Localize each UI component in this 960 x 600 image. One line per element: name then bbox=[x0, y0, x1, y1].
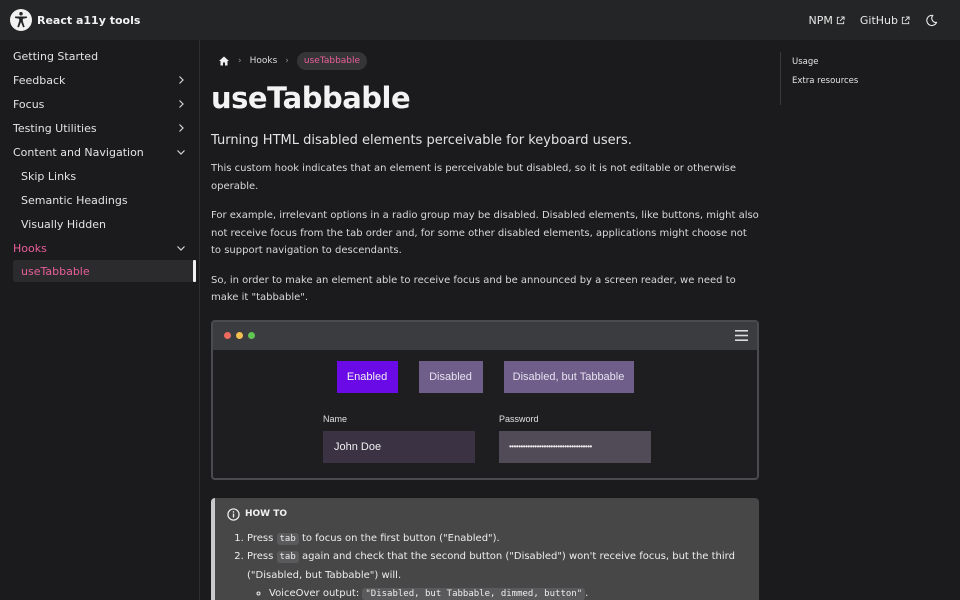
step-text: to focus on the first button ("Enabled")… bbox=[298, 532, 500, 544]
enabled-button[interactable]: Enabled bbox=[336, 360, 398, 393]
moon-icon[interactable] bbox=[925, 14, 938, 27]
intro-paragraph: This custom hook indicates that an eleme… bbox=[211, 163, 737, 192]
sidebar-item-testing-utilities[interactable]: Testing Utilities bbox=[0, 116, 199, 140]
disabled-tabbable-button[interactable]: Disabled, but Tabbable bbox=[503, 360, 634, 393]
brand-link[interactable]: React a11y tools bbox=[10, 9, 140, 31]
sidebar-item-content-and-navigation[interactable]: Content and Navigation bbox=[0, 140, 199, 164]
sidebar-item-feedback[interactable]: Feedback bbox=[0, 68, 199, 92]
chevron-down-icon[interactable] bbox=[175, 146, 187, 158]
top-navbar: React a11y tools NPM GitHub bbox=[0, 0, 960, 40]
home-icon[interactable] bbox=[218, 55, 230, 67]
howto-steps: Press tab to focus on the first button (… bbox=[227, 530, 747, 600]
accessibility-icon bbox=[10, 9, 32, 31]
howto-step: Press tab again and check that the secon… bbox=[247, 548, 747, 600]
password-label: Password bbox=[499, 413, 539, 424]
maximize-dot bbox=[248, 332, 255, 339]
password-field-group: Password •••••••••••••••••••••••••••••••… bbox=[499, 414, 651, 463]
tabbable-paragraph: So, in order to make an element able to … bbox=[211, 274, 736, 304]
external-link-icon bbox=[901, 15, 910, 24]
sidebar-item-visually-hidden[interactable]: Visually Hidden bbox=[0, 212, 199, 236]
sidebar-item-skip-links[interactable]: Skip Links bbox=[0, 164, 199, 188]
chevron-right-icon[interactable] bbox=[175, 122, 187, 134]
step-text: Press bbox=[247, 551, 277, 562]
toc-item-extra-resources[interactable]: Extra resources bbox=[792, 71, 930, 90]
sidebar-item-semantic-headings[interactable]: Semantic Headings bbox=[0, 188, 199, 212]
name-input[interactable]: John Doe bbox=[323, 430, 475, 463]
breadcrumb: › Hooks › useTabbable bbox=[211, 51, 759, 71]
demo-window: Enabled Disabled Disabled, but Tabbable … bbox=[211, 319, 759, 480]
sidebar-item-label: Focus bbox=[13, 97, 45, 111]
lead-paragraph: Turning HTML disabled elements perceivab… bbox=[211, 133, 632, 148]
breadcrumb-current: useTabbable bbox=[296, 52, 368, 70]
sidebar-item-usetabbable[interactable]: useTabbable bbox=[13, 260, 196, 282]
tab-key-code: tab bbox=[276, 551, 299, 563]
tab-key-code: tab bbox=[276, 532, 299, 545]
npm-link-label: NPM bbox=[808, 13, 833, 27]
info-icon bbox=[227, 507, 240, 521]
github-link[interactable]: GitHub bbox=[860, 14, 910, 27]
sidebar-item-label: Feedback bbox=[13, 73, 66, 87]
chevron-right-icon[interactable] bbox=[175, 98, 187, 110]
close-dot bbox=[224, 332, 231, 339]
disabled-button: Disabled bbox=[418, 360, 483, 393]
sidebar-item-label: Hooks bbox=[13, 241, 47, 255]
chevron-right-icon[interactable] bbox=[175, 74, 187, 86]
voiceover-code: "Disabled, but Tabbable, dimmed, button" bbox=[362, 588, 586, 600]
name-label: Name bbox=[323, 413, 348, 424]
breadcrumb-hooks[interactable]: Hooks bbox=[250, 56, 278, 66]
voiceover-output: VoiceOver output: "Disabled, but Tabbabl… bbox=[269, 585, 747, 600]
sidebar-item-label: Content and Navigation bbox=[13, 145, 144, 159]
example-paragraph: For example, irrelevant options in a rad… bbox=[211, 210, 759, 256]
demo-window-titlebar bbox=[213, 321, 757, 350]
sidebar-item-hooks[interactable]: Hooks bbox=[0, 236, 199, 260]
chevron-right-icon: › bbox=[238, 56, 242, 66]
password-input[interactable]: •••••••••••••••••••••••••••••••••••• bbox=[499, 430, 651, 463]
step-text: . bbox=[585, 588, 589, 599]
sidebar-item-label: Visually Hidden bbox=[21, 217, 106, 231]
step-text: Press bbox=[247, 532, 277, 544]
sidebar-item-getting-started[interactable]: Getting Started bbox=[0, 44, 199, 68]
brand-title: React a11y tools bbox=[37, 13, 141, 27]
hamburger-menu-icon[interactable] bbox=[735, 330, 748, 341]
npm-link[interactable]: NPM bbox=[809, 14, 845, 27]
sidebar-item-label: Semantic Headings bbox=[21, 193, 128, 207]
step-text: VoiceOver output: bbox=[269, 588, 363, 599]
sidebar-item-focus[interactable]: Focus bbox=[0, 92, 199, 116]
sidebar-item-label: useTabbable bbox=[21, 264, 90, 278]
chevron-down-icon[interactable] bbox=[175, 242, 187, 254]
table-of-contents: Usage Extra resources bbox=[780, 52, 930, 105]
minimize-dot bbox=[236, 332, 243, 339]
sidebar-item-label: Skip Links bbox=[21, 169, 77, 183]
step-text: again and check that the second button (… bbox=[247, 551, 735, 581]
howto-step: Press tab to focus on the first button (… bbox=[247, 530, 747, 549]
sidebar: Getting Started Feedback Focus Testing U… bbox=[0, 40, 200, 600]
toc-item-usage[interactable]: Usage bbox=[792, 52, 930, 71]
sidebar-item-label: Getting Started bbox=[13, 49, 99, 63]
howto-substeps: VoiceOver output: "Disabled, but Tabbabl… bbox=[247, 585, 747, 600]
name-field-group: Name John Doe bbox=[323, 414, 475, 463]
page-title: useTabbable bbox=[211, 81, 411, 115]
github-link-label: GitHub bbox=[859, 13, 898, 27]
external-link-icon bbox=[836, 15, 845, 24]
main-content: › Hooks › useTabbable useTabbable Turnin… bbox=[211, 40, 759, 600]
sidebar-item-label: Testing Utilities bbox=[13, 121, 97, 135]
howto-heading-text: HOW TO bbox=[245, 509, 288, 519]
chevron-right-icon: › bbox=[285, 56, 289, 66]
howto-heading: HOW TO bbox=[227, 507, 747, 521]
howto-callout: HOW TO Press tab to focus on the first b… bbox=[211, 497, 759, 600]
